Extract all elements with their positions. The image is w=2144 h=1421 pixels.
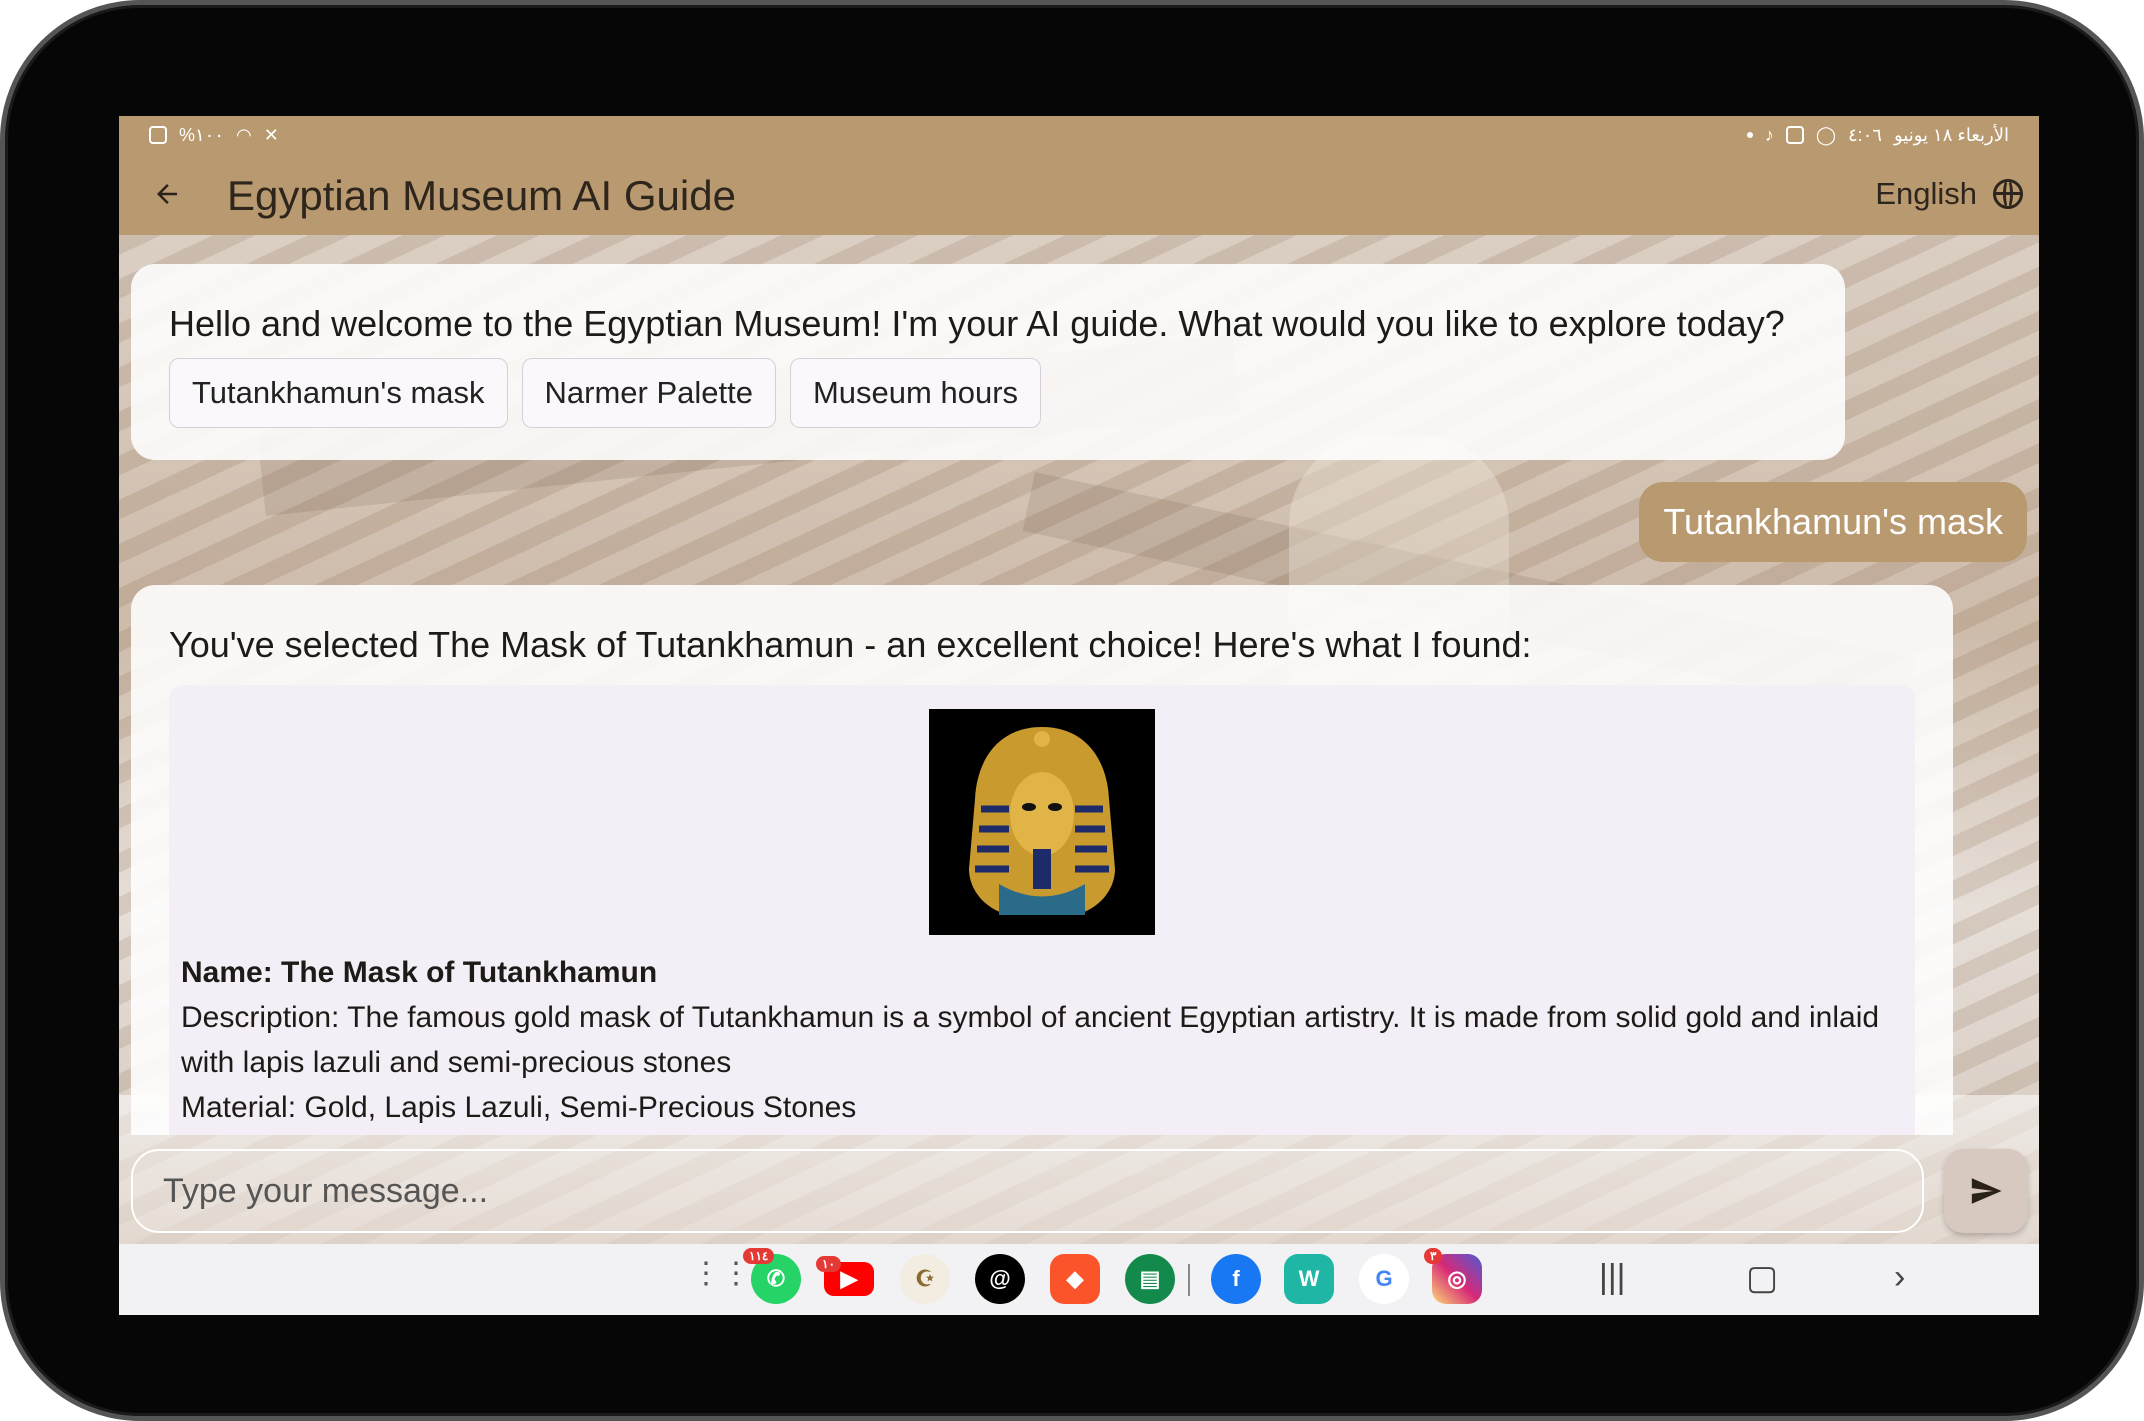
chip-tutankhamun-mask[interactable]: Tutankhamun's mask: [169, 358, 508, 428]
mask-image: [929, 709, 1155, 935]
back-button[interactable]: [139, 166, 195, 222]
recents-key-icon[interactable]: |||: [1599, 1258, 1626, 1297]
language-label: English: [1875, 176, 1977, 211]
mute-icon: ✕: [263, 124, 279, 145]
message-input-box[interactable]: [131, 1149, 1924, 1233]
whatsapp-app-icon[interactable]: ١١٤ ✆: [743, 1248, 801, 1304]
back-key-icon[interactable]: ›: [1894, 1258, 1905, 1297]
instagram-app-icon[interactable]: ٣ ◎: [1424, 1248, 1482, 1304]
notification-dot-icon: [1746, 132, 1753, 138]
chat-area[interactable]: Hello and welcome to the Egyptian Museum…: [119, 235, 2039, 1135]
wattpad-app-icon[interactable]: W: [1284, 1254, 1334, 1304]
language-selector[interactable]: English: [1875, 170, 2023, 218]
tiktok-icon: ♪: [1764, 124, 1774, 145]
message-input[interactable]: [161, 1170, 1922, 1212]
send-icon: [1971, 1178, 2002, 1204]
home-key-icon[interactable]: ▢: [1746, 1258, 1778, 1298]
app-bar: Egyptian Museum AI Guide English: [119, 154, 2039, 235]
quran-app-icon[interactable]: ☪: [900, 1254, 950, 1304]
artifact-info: Name: The Mask of Tutankhamun Descriptio…: [181, 950, 1901, 1130]
app-drawer-icon[interactable]: ⋮⋮: [691, 1256, 751, 1291]
dock-divider: [1188, 1264, 1190, 1296]
book-app-icon[interactable]: ▤: [1125, 1254, 1175, 1304]
status-date: الأربعاء ١٨ يونيو: [1893, 124, 2009, 145]
whatsapp-icon: ◯: [1815, 124, 1836, 145]
suggestion-chips: Tutankhamun's mask Narmer Palette Museum…: [169, 358, 1807, 428]
arrow-left-icon: [157, 184, 177, 204]
artifact-description: Description: The famous gold mask of Tut…: [181, 1001, 1880, 1079]
globe-icon: [1993, 179, 2023, 209]
instagram-icon: [1785, 126, 1804, 144]
app-title: Egyptian Museum AI Guide: [227, 172, 736, 219]
chip-narmer-palette[interactable]: Narmer Palette: [521, 358, 776, 428]
youtube-app-icon[interactable]: ١٠ ▶: [816, 1256, 874, 1296]
bot-message-welcome: Hello and welcome to the Egyptian Museum…: [131, 264, 1845, 460]
instagram-badge: ٣: [1424, 1248, 1443, 1264]
reply-text: You've selected The Mask of Tutankhamun …: [169, 624, 1532, 665]
welcome-text: Hello and welcome to the Egyptian Museum…: [169, 303, 1785, 344]
threads-app-icon[interactable]: @: [975, 1254, 1025, 1304]
youtube-badge: ١٠: [816, 1256, 841, 1272]
send-button[interactable]: [1944, 1149, 2028, 1233]
navigation-bar: ⋮⋮ ١١٤ ✆ ١٠ ▶ ☪ @ ◆ ▤ f W G ٣ ◎ ||| ▢ ›: [119, 1244, 2039, 1315]
status-bar: %١٠٠ ◠ ✕ ♪ ◯ ٤:٠٦ الأربعاء ١٨ يونيو: [119, 116, 2039, 154]
google-app-icon[interactable]: G: [1359, 1254, 1409, 1304]
user-message: Tutankhamun's mask: [1639, 482, 2027, 562]
wifi-icon: ◠: [236, 124, 252, 145]
bot-message-reply: You've selected The Mask of Tutankhamun …: [131, 585, 1953, 1135]
artifact-material: Material: Gold, Lapis Lazuli, Semi-Preci…: [181, 1091, 857, 1124]
whatsapp-badge: ١١٤: [743, 1248, 775, 1264]
artifact-card: Name: The Mask of Tutankhamun Descriptio…: [169, 685, 1915, 1135]
battery-level: %١٠٠: [179, 124, 225, 145]
status-time: ٤:٠٦: [1847, 124, 1882, 145]
chip-museum-hours[interactable]: Museum hours: [789, 358, 1042, 428]
tablet-frame: %١٠٠ ◠ ✕ ♪ ◯ ٤:٠٦ الأربعاء ١٨ يونيو Egyp…: [0, 0, 2144, 1421]
brave-app-icon[interactable]: ◆: [1050, 1254, 1100, 1304]
artifact-name: Name: The Mask of Tutankhamun: [181, 956, 658, 989]
screen: %١٠٠ ◠ ✕ ♪ ◯ ٤:٠٦ الأربعاء ١٨ يونيو Egyp…: [119, 116, 2039, 1315]
facebook-app-icon[interactable]: f: [1211, 1254, 1261, 1304]
battery-icon: [149, 126, 167, 144]
